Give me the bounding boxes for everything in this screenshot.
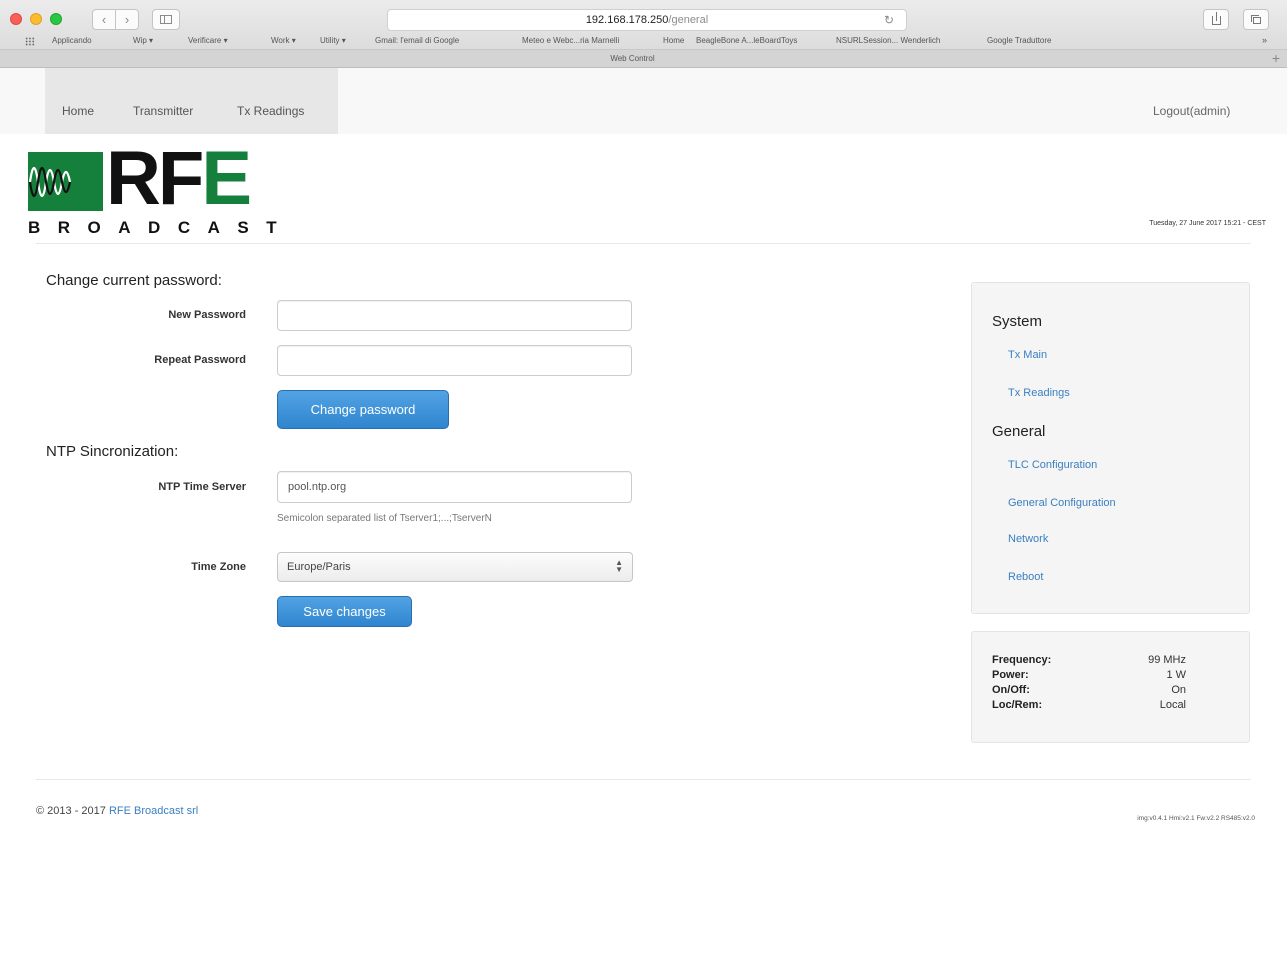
bookmark-item[interactable]: BeagleBone A...leBoardToys	[696, 36, 797, 45]
sidebar-item-tx-readings[interactable]: Tx Readings	[1008, 387, 1070, 399]
chevron-left-icon: ‹	[101, 12, 107, 27]
chevron-right-icon: ›	[124, 12, 130, 27]
system-heading: System	[992, 313, 1043, 330]
bookmark-item[interactable]: Wip ▾	[133, 36, 153, 45]
status-value: 1 W	[1166, 669, 1186, 681]
browser-titlebar: ‹ › 192.168.178.250/general ↻ Applicando…	[0, 0, 1287, 50]
nav-transmitter[interactable]: Transmitter	[133, 104, 193, 118]
sidebar-item-tx-main[interactable]: Tx Main	[1008, 349, 1047, 361]
show-tabs-button[interactable]	[1243, 9, 1269, 30]
footer-copyright: © 2013 - 2017 RFE Broadcast srl	[36, 805, 198, 817]
logo-text-accent: E	[201, 136, 252, 221]
sidebar-item-tlc-configuration[interactable]: TLC Configuration	[1008, 459, 1097, 471]
nav-tx-readings[interactable]: Tx Readings	[237, 104, 304, 118]
sidebar-item-network[interactable]: Network	[1008, 533, 1048, 545]
status-label: Loc/Rem:	[992, 699, 1043, 711]
close-window-button[interactable]	[10, 13, 22, 25]
tab-bar: Web Control +	[0, 50, 1287, 68]
minimize-window-button[interactable]	[30, 13, 42, 25]
copyright-text: © 2013 - 2017	[36, 805, 106, 817]
forward-button[interactable]: ›	[115, 9, 139, 30]
status-label: Power:	[992, 669, 1029, 681]
ntp-section-title: NTP Sincronization:	[46, 443, 179, 460]
save-changes-button[interactable]: Save changes	[277, 596, 412, 627]
reload-icon[interactable]: ↻	[884, 9, 894, 31]
bookmark-item[interactable]: NSURLSession... Wenderlich	[836, 36, 940, 45]
company-link[interactable]: RFE Broadcast srl	[109, 805, 198, 817]
ntp-server-label: NTP Time Server	[158, 481, 246, 493]
sidebar-item-general-configuration[interactable]: General Configuration	[1008, 497, 1116, 509]
sidebar-item-reboot[interactable]: Reboot	[1008, 571, 1043, 583]
more-bookmarks-button[interactable]: »	[1262, 35, 1267, 45]
logout-link[interactable]: Logout(admin)	[1153, 104, 1230, 118]
password-section-title: Change current password:	[46, 272, 222, 289]
waveform-icon	[28, 152, 103, 211]
footer-divider	[36, 779, 1251, 780]
version-info: img:v0.4.1 Hmi:v2.1 Fw:v2.2 RS485:v2.0	[1137, 815, 1255, 822]
zoom-window-button[interactable]	[50, 13, 62, 25]
logo-text: RF	[106, 136, 204, 221]
bookmark-item[interactable]: Google Traduttore	[987, 36, 1051, 45]
select-arrows-icon: ▲ ▼	[615, 558, 623, 574]
transmitter-status-panel: Frequency: 99 MHz Power: 1 W On/Off: On …	[971, 631, 1250, 743]
rfe-broadcast-logo: RFE BROADCAST	[28, 141, 308, 237]
grid-icon[interactable]	[25, 37, 35, 46]
bookmark-item[interactable]: Meteo e Webc...ria Marnelli	[522, 36, 619, 45]
status-label: Frequency:	[992, 654, 1052, 666]
bookmark-item[interactable]: Utility ▾	[320, 36, 346, 45]
new-password-label: New Password	[168, 309, 246, 321]
current-datetime: Tuesday, 27 June 2017 15:21 - CEST	[1149, 220, 1266, 227]
logo-subtitle: BROADCAST	[28, 218, 295, 237]
share-button[interactable]	[1203, 9, 1229, 30]
bookmark-item[interactable]: Applicando	[52, 36, 92, 45]
bookmark-item[interactable]: Work ▾	[271, 36, 296, 45]
status-value: On	[1171, 684, 1186, 696]
bookmark-item[interactable]: Home	[663, 36, 684, 45]
timezone-select[interactable]: Europe/Paris ▲ ▼	[277, 552, 633, 582]
navbar-active-region	[45, 68, 338, 134]
top-navbar: Home Transmitter Tx Readings Logout(admi…	[0, 68, 1287, 134]
new-tab-button[interactable]: +	[1268, 51, 1284, 67]
change-password-button[interactable]: Change password	[277, 390, 449, 429]
url-path: /general	[668, 14, 709, 26]
bookmark-item[interactable]: Gmail: l'email di Google	[375, 36, 459, 45]
status-label: On/Off:	[992, 684, 1030, 696]
back-button[interactable]: ‹	[92, 9, 116, 30]
sidebar-toggle-button[interactable]	[152, 9, 180, 30]
divider	[36, 243, 1251, 244]
status-value: 99 MHz	[1148, 654, 1186, 666]
repeat-password-label: Repeat Password	[154, 354, 246, 366]
timezone-label: Time Zone	[191, 561, 246, 573]
tab-web-control[interactable]: Web Control	[0, 50, 1265, 68]
bookmarks-bar: Applicando Wip ▾ Verificare ▾ Work ▾ Uti…	[0, 34, 1287, 50]
sidebar-menu-panel: System Tx Main Tx Readings General TLC C…	[971, 282, 1250, 614]
address-bar[interactable]: 192.168.178.250/general	[387, 9, 907, 31]
repeat-password-input[interactable]	[277, 345, 632, 376]
sidebar-icon	[160, 15, 172, 24]
nav-home[interactable]: Home	[62, 104, 94, 118]
bookmark-item[interactable]: Verificare ▾	[188, 36, 228, 45]
ntp-server-help: Semicolon separated list of Tserver1;...…	[277, 513, 492, 524]
new-password-input[interactable]	[277, 300, 632, 331]
ntp-server-input[interactable]: pool.ntp.org	[277, 471, 632, 503]
status-value: Local	[1159, 699, 1186, 711]
general-heading: General	[992, 423, 1046, 440]
url-host: 192.168.178.250	[585, 14, 669, 26]
